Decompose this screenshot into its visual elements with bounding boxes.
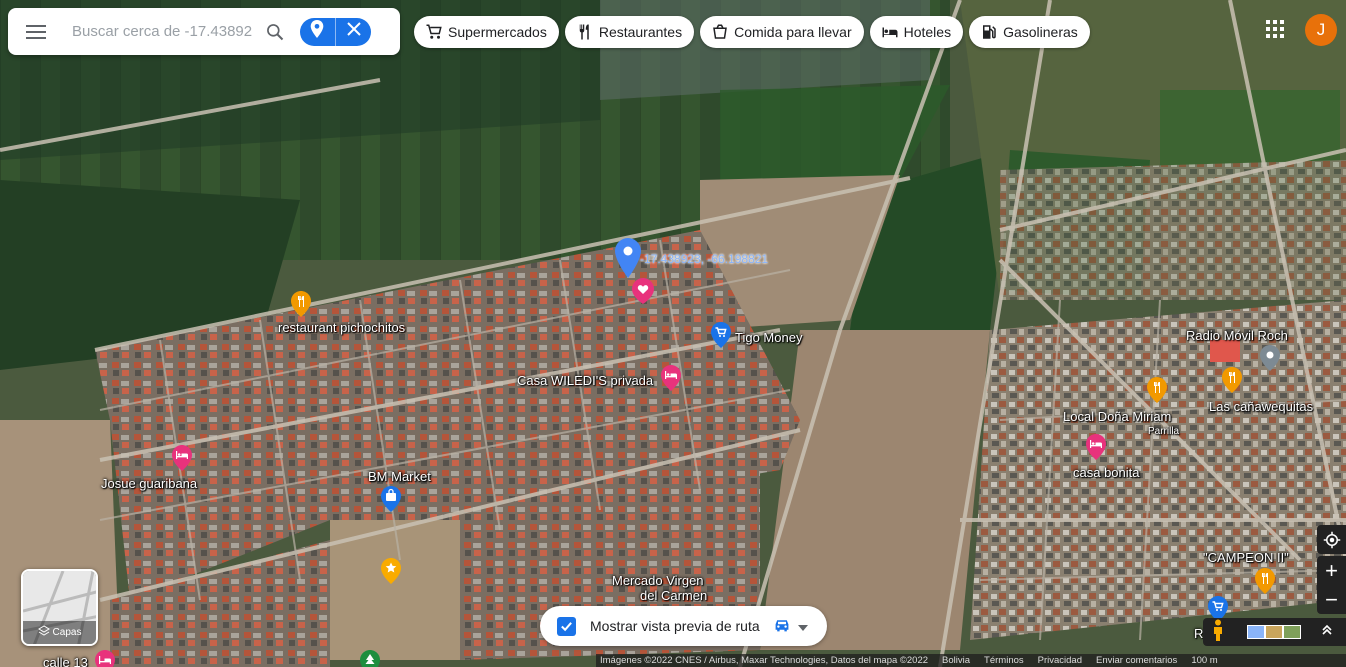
chip-label: Gasolineras <box>1003 24 1078 40</box>
place-label-mercado-virgen[interactable]: Mercado Virgen <box>612 573 704 588</box>
park-pin[interactable] <box>360 650 380 667</box>
chip-restaurantes[interactable]: Restaurantes <box>564 16 695 48</box>
layers-button[interactable]: Capas <box>21 569 98 646</box>
satellite-map[interactable] <box>0 0 1346 667</box>
chevrons-up-icon[interactable] <box>1321 623 1333 641</box>
hotel-pin[interactable] <box>95 650 115 667</box>
menu-icon[interactable] <box>8 8 64 55</box>
search-box <box>8 8 400 55</box>
close-icon[interactable] <box>347 22 362 41</box>
terms-link[interactable]: Términos <box>984 655 1024 666</box>
saved-place-heart-pin[interactable] <box>632 278 654 304</box>
place-label-campeon-ii[interactable]: "CAMPEON II" <box>1203 550 1289 565</box>
hotel-pin[interactable] <box>661 365 681 391</box>
chip-supermercados[interactable]: Supermercados <box>414 16 559 48</box>
search-input[interactable] <box>64 16 258 47</box>
location-pin-icon[interactable] <box>310 20 324 43</box>
fork-knife-icon <box>575 22 595 42</box>
bottom-right-controls <box>1203 618 1346 646</box>
place-label-bm-market[interactable]: BM Market <box>368 469 431 484</box>
place-label-las-canawequitas[interactable]: Las cañawequitas <box>1209 399 1313 414</box>
privacy-link[interactable]: Privacidad <box>1038 655 1082 666</box>
imagery-thumbnail-1[interactable] <box>1247 625 1265 639</box>
gas-pump-icon <box>979 22 999 42</box>
pegman-icon[interactable] <box>1211 619 1225 646</box>
place-label-calle-13[interactable]: calle 13 <box>43 655 88 667</box>
chip-label: Comida para llevar <box>734 24 852 40</box>
dropped-pin-coordinates: -17.438923, -66.198821 <box>640 252 769 266</box>
route-preview-bar: Mostrar vista previa de ruta <box>540 606 827 646</box>
zoom-out-button[interactable]: − <box>1317 585 1346 614</box>
restaurant-pin[interactable] <box>1255 568 1275 594</box>
chip-comida-para-llevar[interactable]: Comida para llevar <box>700 16 864 48</box>
chip-gasolineras[interactable]: Gasolineras <box>969 16 1090 48</box>
search-icon[interactable] <box>258 15 292 49</box>
imagery-thumbnail-2[interactable] <box>1265 625 1283 639</box>
category-chips: Supermercados Restaurantes Comida para l… <box>414 16 1090 48</box>
place-label-r-partial[interactable]: R <box>1194 626 1203 641</box>
zoom-in-button[interactable]: + <box>1317 556 1346 585</box>
chip-label: Restaurantes <box>598 24 683 40</box>
chip-label: Hoteles <box>903 24 952 40</box>
place-label-casa-wiledis[interactable]: Casa WILEDI'S privada <box>517 373 653 388</box>
hotel-pin[interactable] <box>1086 434 1106 460</box>
place-label-josue-guaribana[interactable]: Josue guaribana <box>101 476 197 491</box>
generic-place-pin[interactable] <box>1260 345 1280 371</box>
hotel-pin[interactable] <box>172 445 192 471</box>
crosshair-icon <box>1323 531 1340 548</box>
shopping-cart-pin[interactable] <box>711 322 731 348</box>
zoom-controls: + − <box>1317 556 1346 614</box>
place-label-parrilla: Parrilla <box>1148 426 1180 437</box>
feedback-link[interactable]: Enviar comentarios <box>1096 655 1177 666</box>
restaurant-pin[interactable] <box>291 291 311 317</box>
place-label-tigo-money[interactable]: Tigo Money <box>735 330 802 345</box>
google-apps-icon[interactable] <box>1266 20 1284 38</box>
country-link[interactable]: Bolivia <box>942 655 970 666</box>
place-label-casa-bonita[interactable]: casa bonita <box>1073 465 1140 480</box>
pin-close-chip <box>300 17 371 46</box>
place-label-radio-movil-roch[interactable]: Radio Móvil Roch <box>1186 328 1288 343</box>
scale-bar[interactable]: 100 m <box>1191 655 1217 666</box>
chip-label: Supermercados <box>448 24 547 40</box>
bed-icon <box>880 22 900 42</box>
route-preview-label: Mostrar vista previa de ruta <box>590 618 760 634</box>
place-label-local-dona-miriam[interactable]: Local Doña Miriam <box>1063 409 1171 424</box>
dropped-pin-marker[interactable] <box>615 238 641 278</box>
attribution-footer: Imágenes ©2022 CNES / Airbus, Maxar Tech… <box>596 654 1346 667</box>
layers-icon <box>37 625 50 640</box>
place-label-del-carmen[interactable]: del Carmen <box>640 588 707 603</box>
imagery-attribution: Imágenes ©2022 CNES / Airbus, Maxar Tech… <box>600 655 929 666</box>
satellite-imagery <box>0 0 1346 667</box>
restaurant-pin[interactable] <box>1147 377 1167 403</box>
layers-caption: Capas <box>23 625 96 640</box>
chip-divider <box>334 17 336 46</box>
chevron-down-icon <box>797 618 808 634</box>
my-location-button[interactable] <box>1317 525 1346 554</box>
route-preview-checkbox[interactable] <box>557 616 576 636</box>
star-pin[interactable] <box>381 558 401 584</box>
restaurant-pin[interactable] <box>1222 367 1242 393</box>
shopping-bag-pin[interactable] <box>381 486 401 512</box>
imagery-thumbnail-3[interactable] <box>1283 625 1301 639</box>
chip-hoteles[interactable]: Hoteles <box>869 16 964 48</box>
cart-icon <box>424 22 444 42</box>
place-label-restaurant-pichochitos[interactable]: restaurant pichochitos <box>278 320 405 335</box>
car-icon <box>772 617 792 636</box>
travel-mode-dropdown[interactable] <box>772 617 808 636</box>
takeout-icon <box>710 22 730 42</box>
avatar[interactable]: J <box>1305 14 1337 46</box>
layers-label: Capas <box>52 627 82 638</box>
